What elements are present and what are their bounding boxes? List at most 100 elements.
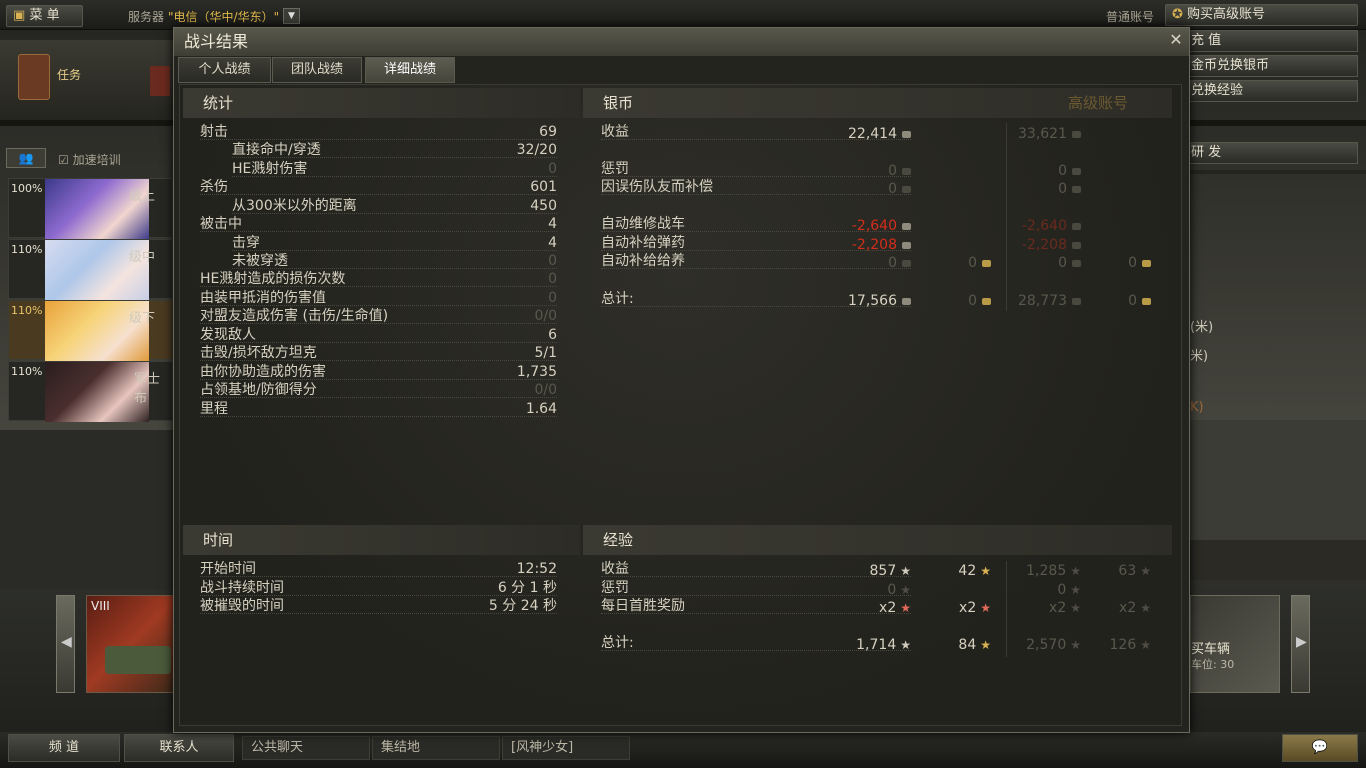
premium-silver-value: 0: [981, 180, 1081, 198]
stats-value: 0: [548, 271, 557, 287]
buy-premium-button[interactable]: ✪ 购买高级账号: [1165, 4, 1358, 26]
star-icon: ★: [1140, 638, 1151, 652]
accelerate-training-label[interactable]: ☑ 加速培训: [58, 151, 121, 168]
star-icon: ✪: [1172, 7, 1183, 22]
tank-slot[interactable]: VIII: [86, 595, 174, 693]
chat-tab[interactable]: 集结地: [372, 736, 500, 760]
divider: [1006, 123, 1007, 311]
chat-tab[interactable]: [风神少女]: [502, 736, 630, 760]
star-icon: ★: [1140, 601, 1151, 615]
stats-value: 4: [548, 235, 557, 251]
stats-row: HE溅射造成的损伤次数 0: [200, 270, 557, 288]
contacts-button[interactable]: 联系人: [124, 734, 234, 762]
recharge-button[interactable]: 充 值: [1182, 30, 1358, 52]
carousel-left-button[interactable]: ◀: [56, 595, 75, 693]
stats-row: 被击中 4: [200, 215, 557, 233]
silver-icon: [902, 167, 911, 175]
premium-gold-value: 0: [1091, 254, 1151, 272]
research-button[interactable]: 研 发: [1182, 142, 1358, 164]
stats-row: 杀伤 601: [200, 178, 557, 196]
star-icon: ★: [1070, 564, 1081, 578]
time-row: 战斗持续时间 6 分 1 秒: [200, 579, 557, 597]
top-bar: ▣ 菜 单 服务器 "电信（华中/华东）" ▼ 普通账号 ✪ 购买高级账号: [0, 0, 1366, 30]
star-icon: ★: [1070, 601, 1081, 615]
exp-header: 经验: [583, 525, 1172, 555]
star-icon: ★: [1140, 564, 1151, 578]
side-text: K): [1190, 400, 1204, 415]
buy-vehicle-label: 买车辆: [1191, 642, 1231, 657]
crew-button[interactable]: 👥: [6, 148, 46, 168]
tank-icon: [105, 646, 171, 674]
silver-icon: [1072, 241, 1081, 249]
silver-icon: [1072, 222, 1081, 230]
stats-row: 由装甲抵消的伤害值 0: [200, 289, 557, 307]
dot-leader: [200, 397, 557, 398]
carousel-right-button[interactable]: ▶: [1291, 595, 1310, 693]
time-value: 5 分 24 秒: [488, 598, 557, 614]
silver-icon: [1072, 130, 1081, 138]
menu-button[interactable]: ▣ 菜 单: [6, 5, 83, 27]
crew-rank: 级上: [129, 189, 156, 204]
silver-value: 17,566: [811, 292, 911, 310]
gold-to-silver-button[interactable]: 金币兑换银币: [1182, 55, 1358, 77]
server-label: 服务器: [128, 10, 165, 24]
silver-row: 自动补给弹药 -2,208 -2,208: [601, 234, 1161, 253]
star-icon: ★: [900, 564, 911, 578]
silver-row: 自动维修战车 -2,640 -2,640: [601, 215, 1161, 235]
chat-button[interactable]: 💬: [1282, 734, 1358, 762]
crew-slot[interactable]: 110% 军士 布: [8, 361, 173, 422]
crew-rank: 军士 布: [134, 372, 161, 406]
server-dropdown-button[interactable]: ▼: [283, 8, 300, 24]
silver-icon: [1072, 259, 1081, 267]
crew-slot[interactable]: 100% 级上: [8, 178, 173, 239]
dot-leader: [200, 416, 557, 417]
gold-icon: [1142, 297, 1151, 305]
exp-value: 2,570 ★: [1026, 637, 1081, 653]
dot-leader: [232, 250, 557, 251]
vehicle-slots-label: 车位: 30: [1191, 658, 1235, 671]
account-type-label: 普通账号: [1106, 10, 1155, 24]
silver-row: 收益 22,414 33,621: [601, 123, 1161, 143]
silver-value: -2,640: [811, 217, 911, 235]
crew-slot[interactable]: 110% 级中: [8, 239, 173, 300]
menu-icon: ▣: [13, 8, 26, 23]
crew-slot[interactable]: 110% 级下: [8, 300, 173, 361]
window-title: 战斗结果: [174, 28, 1189, 56]
stats-value: 601: [530, 179, 557, 195]
dot-leader: [200, 194, 557, 195]
chat-tab[interactable]: 公共聊天: [242, 736, 370, 760]
premium-silver-value: 33,621: [981, 125, 1081, 143]
dot-leader: [232, 268, 557, 269]
stats-row: 由你协助造成的伤害 1,735: [200, 363, 557, 381]
dot-leader: [200, 286, 557, 287]
task-icon[interactable]: [18, 54, 50, 100]
silver-row: 因误伤队友而补偿 0 0: [601, 178, 1161, 198]
dot-leader: [200, 379, 557, 380]
stats-row: 击毁/损坏敌方坦克 5/1: [200, 344, 557, 362]
buy-vehicle-slot[interactable]: 买车辆 车位: 30: [1190, 595, 1280, 693]
task-panel: 任务: [0, 40, 173, 120]
dot-leader: [200, 231, 557, 232]
exp-value: 63 ★: [1118, 563, 1151, 579]
dot-leader: [200, 342, 557, 343]
crew-percent: 110%: [11, 243, 43, 256]
dot-leader: [232, 157, 557, 158]
exchange-exp-button[interactable]: 兑换经验: [1182, 80, 1358, 102]
tab-team[interactable]: 团队战绩: [272, 57, 362, 83]
tab-detailed[interactable]: 详细战绩: [365, 57, 455, 83]
exp-value: x2 ★: [1119, 600, 1151, 616]
event-icon[interactable]: [150, 66, 170, 96]
battle-result-window: 战斗结果 ✕ 个人战绩 团队战绩 详细战绩 统计 银币 高级账号 射击 69 直接命中…: [173, 27, 1190, 733]
silver-value: 0: [811, 180, 911, 198]
dot-leader: [200, 360, 557, 361]
silver-row: 总计: 17,566 0 28,773 0: [601, 290, 1161, 310]
channel-button[interactable]: 频 道: [8, 734, 120, 762]
premium-silver-value: 28,773: [981, 292, 1081, 310]
dot-leader: [200, 305, 557, 306]
star-icon: ★: [1070, 638, 1081, 652]
buy-premium-label: 购买高级账号: [1187, 7, 1266, 22]
crew-rank: 级下: [129, 311, 156, 326]
tab-personal[interactable]: 个人战绩: [178, 57, 271, 83]
silver-icon: [902, 297, 911, 305]
close-icon[interactable]: ✕: [1168, 32, 1184, 48]
